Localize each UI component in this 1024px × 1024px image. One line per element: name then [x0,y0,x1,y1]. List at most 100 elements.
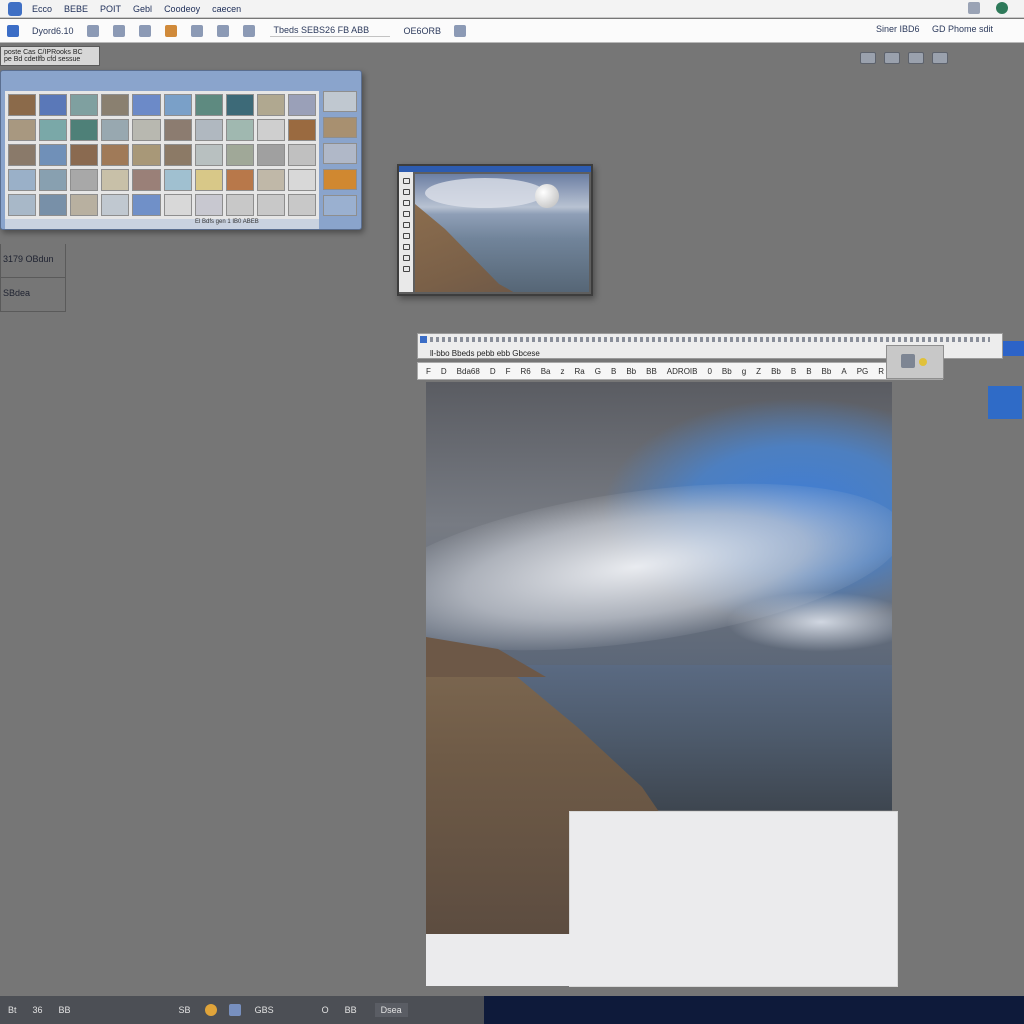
thumbnail-item[interactable] [39,144,68,166]
color-icon[interactable] [164,24,177,37]
menu-item-4[interactable]: Gebl [133,4,152,14]
editor-toolbar-item[interactable]: Ba [541,367,551,376]
taskbar-item[interactable]: O [322,1005,329,1015]
editor-toolbar-item[interactable]: Bb [822,367,832,376]
taskbar-item[interactable]: BB [345,1005,357,1015]
window-icon[interactable] [968,2,980,14]
taskbar-item[interactable]: Bt [8,1005,17,1015]
tool-icon[interactable] [402,189,410,195]
editor-toolbar-item[interactable]: Bb [771,367,781,376]
thumbnail-item[interactable] [287,194,316,216]
editor-toolbar-item[interactable]: ADROIB [667,367,698,376]
thumbnail-item[interactable] [256,119,285,141]
thumbnail-item[interactable] [8,94,37,116]
side-panel-tab[interactable] [988,386,1022,419]
editor-close-button[interactable] [1003,341,1024,356]
thumbnail-side-item[interactable] [323,195,357,216]
tool-icon[interactable] [402,178,410,184]
thumbnail-item[interactable] [287,169,316,191]
editor-toolbar-item[interactable]: G [595,367,601,376]
taskbar-item[interactable]: SB [179,1005,191,1015]
zoom-label[interactable]: OE6ORB [404,26,442,36]
menu-item-1[interactable]: Ecco [32,4,52,14]
thumbnail-item[interactable] [8,169,37,191]
editor-toolbar-item[interactable]: R6 [520,367,530,376]
menu-item-5[interactable]: Coodeoy [164,4,200,14]
search-input[interactable]: Tbeds SEBS26 FB ABB [269,24,390,37]
user-avatar-icon[interactable] [996,2,1008,14]
taskbar-active-item[interactable]: Dsea [374,1003,408,1017]
thumbnail-side-item[interactable] [323,143,357,164]
thumbnail-item[interactable] [101,119,130,141]
document-name-label[interactable]: Dyord6.10 [32,26,74,36]
thumbnail-item[interactable] [163,144,192,166]
taskbar-item[interactable]: BB [59,1005,71,1015]
thumbnail-item[interactable] [132,119,161,141]
editor-toolbar-item[interactable]: BB [646,367,657,376]
thumbnail-item[interactable] [8,144,37,166]
file-icon[interactable] [7,24,19,37]
editor-toolbar-item[interactable]: PG [857,367,869,376]
thumbnail-side-item[interactable] [323,91,357,112]
thumbnail-item[interactable] [194,194,223,216]
thumbnail-item[interactable] [194,169,223,191]
thumbnail-item[interactable] [225,194,254,216]
editor-toolbar-item[interactable]: B [611,367,616,376]
editor-toolbar-item[interactable]: B [791,367,796,376]
thumbnail-item[interactable] [163,194,192,216]
tool-icon[interactable] [402,233,410,239]
tool-icon[interactable] [402,222,410,228]
editor-toolbar-item[interactable]: D [441,367,447,376]
thumbnail-item[interactable] [163,169,192,191]
lock-icon[interactable] [242,24,255,37]
preview-window[interactable] [397,164,593,296]
editor-toolbar-item[interactable]: D [490,367,496,376]
thumbnail-item[interactable] [101,194,130,216]
cursor-icon[interactable] [908,52,924,64]
editor-toolbar-item[interactable]: F [506,367,511,376]
thumbnail-item[interactable] [70,144,99,166]
thumbnail-item[interactable] [256,194,285,216]
thumbnail-item[interactable] [194,119,223,141]
taskbar-item[interactable]: GBS [255,1005,274,1015]
menu-item-6[interactable]: caecen [212,4,241,14]
editor-toolbar-item[interactable]: Ra [575,367,585,376]
thumbnail-item[interactable] [132,194,161,216]
thumbnail-side-item[interactable] [323,169,357,190]
brush-tool-icon[interactable] [884,52,900,64]
tool-icon[interactable] [402,266,410,272]
thumbnail-item[interactable] [194,144,223,166]
thumbnail-item[interactable] [163,94,192,116]
preview-titlebar[interactable] [399,166,591,172]
folder-icon[interactable] [228,1004,241,1016]
thumbnail-item[interactable] [70,169,99,191]
thumbnail-item[interactable] [132,94,161,116]
editor-toolbar-item[interactable]: Z [756,367,761,376]
thumbnail-item[interactable] [101,94,130,116]
toolbar-right-label-2[interactable]: GD Phome sdit [932,24,993,34]
menu-item-2[interactable]: BEBE [64,4,88,14]
thumbnail-item[interactable] [256,169,285,191]
layer-icon[interactable] [190,24,203,37]
thumbnail-item[interactable] [194,94,223,116]
thumbnail-item[interactable] [8,194,37,216]
editor-toolbar-item[interactable]: B [806,367,811,376]
pen-icon[interactable] [216,24,229,37]
taskbar-item[interactable]: 36 [33,1005,43,1015]
brush-icon[interactable] [138,24,151,37]
browser-icon[interactable] [204,1004,217,1016]
thumbnail-item[interactable] [225,119,254,141]
editor-toolbar-item[interactable]: Bb [626,367,636,376]
editor-toolbar-item[interactable]: z [561,367,565,376]
editor-toolbar-item[interactable]: R [878,367,884,376]
grid-icon[interactable] [112,24,125,37]
thumbnail-item[interactable] [256,94,285,116]
thumbnail-item[interactable] [132,169,161,191]
thumbnail-item[interactable] [101,144,130,166]
thumbnail-item[interactable] [287,144,316,166]
thumbnail-item[interactable] [225,169,254,191]
thumbnail-item[interactable] [256,144,285,166]
thumbnail-item[interactable] [39,119,68,141]
gallery-icon[interactable] [932,52,948,64]
tool-icon[interactable] [402,244,410,250]
